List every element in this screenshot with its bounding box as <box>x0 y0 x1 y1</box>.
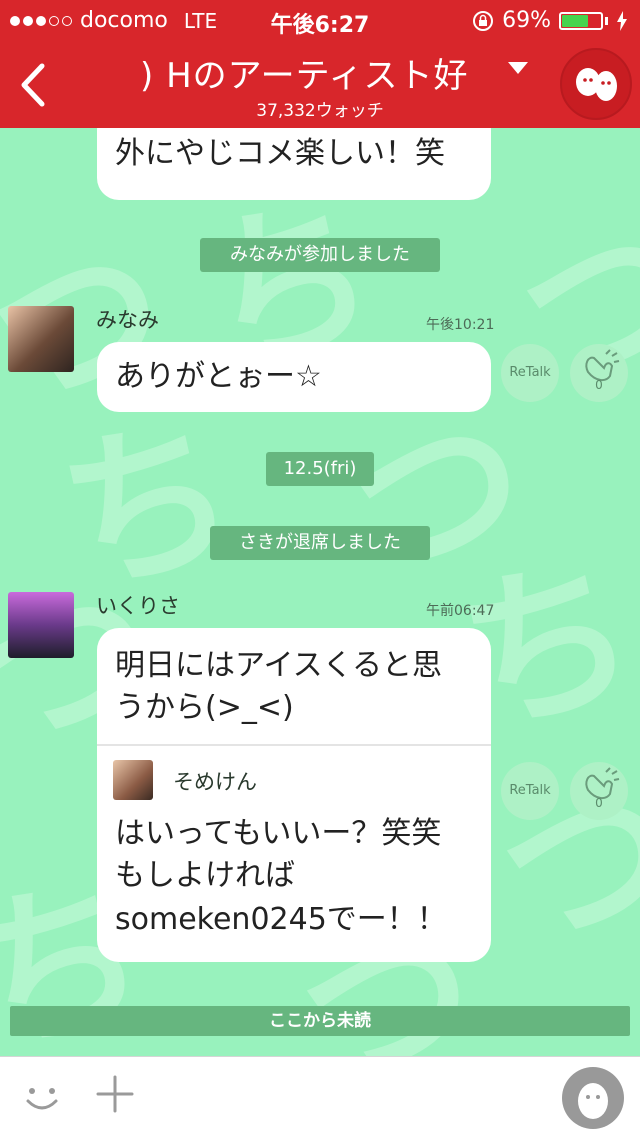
message-text-line: 明日にはアイスくると思 <box>115 648 442 683</box>
battery-percent: 69% <box>502 8 551 33</box>
retalk-button[interactable]: ReTalk <box>501 344 559 402</box>
battery-icon <box>559 11 603 30</box>
watch-count: 37,332ウォッチ <box>256 101 384 121</box>
quoted-sender-name: そめけん <box>173 770 257 794</box>
date-separator: 12.5(fri) <box>266 452 374 486</box>
clap-count: 0 <box>595 378 603 392</box>
sender-name: いくりさ <box>96 594 180 618</box>
avatar[interactable] <box>8 592 74 658</box>
sender-name: みなみ <box>96 308 159 332</box>
quoted-text-line: someken0245でー！！ <box>115 902 447 937</box>
clap-button[interactable]: 0 <box>570 762 628 820</box>
retalk-button[interactable]: ReTalk <box>501 762 559 820</box>
message-bubble[interactable]: 明日にはアイスくると思 うから(>_<) そめけん はいってもいいー？笑笑 もし… <box>97 628 491 962</box>
unread-divider: ここから未読 <box>10 1006 630 1036</box>
message-time: 午後10:21 <box>426 317 495 333</box>
compose-avatar-button[interactable] <box>562 1067 624 1129</box>
header-bar: docomo LTE 午後6:27 69% ) Hのアーティスト好 37,332… <box>0 0 640 128</box>
room-avatar[interactable] <box>560 48 632 120</box>
smiley-icon[interactable] <box>22 1077 62 1117</box>
message-text: ありがとぉー☆ <box>115 359 322 394</box>
system-message-left: さきが退席しました <box>210 526 430 560</box>
status-bar: docomo LTE 午後6:27 69% <box>0 0 640 40</box>
quoted-avatar[interactable] <box>113 760 153 800</box>
chat-timeline[interactable]: つ ち つ ち つ つ ち つ つ ち つ 外にやじコメ楽しい！笑 みなみが参加… <box>0 128 640 1056</box>
lock-rotation-icon <box>473 10 494 31</box>
input-bar <box>0 1056 640 1137</box>
charging-icon <box>617 10 627 31</box>
system-message-joined: みなみが参加しました <box>200 238 440 272</box>
message-bubble[interactable]: ありがとぉー☆ <box>97 342 491 412</box>
message-bubble[interactable]: 外にやじコメ楽しい！笑 <box>97 128 491 200</box>
quoted-text-line: もしよければ <box>115 858 295 893</box>
avatar[interactable] <box>8 306 74 372</box>
dropdown-caret-icon[interactable] <box>508 62 528 74</box>
clap-button[interactable]: 0 <box>570 344 628 402</box>
room-title[interactable]: ) Hのアーティスト好 <box>140 48 500 97</box>
clap-count: 0 <box>595 796 603 810</box>
quoted-text-line: はいってもいいー？笑笑 <box>115 816 442 851</box>
quote-divider <box>97 744 491 746</box>
plus-icon[interactable] <box>96 1075 134 1113</box>
message-time: 午前06:47 <box>426 603 495 619</box>
message-text: 外にやじコメ楽しい！笑 <box>115 136 445 171</box>
message-text-line: うから(>_<) <box>115 690 294 725</box>
